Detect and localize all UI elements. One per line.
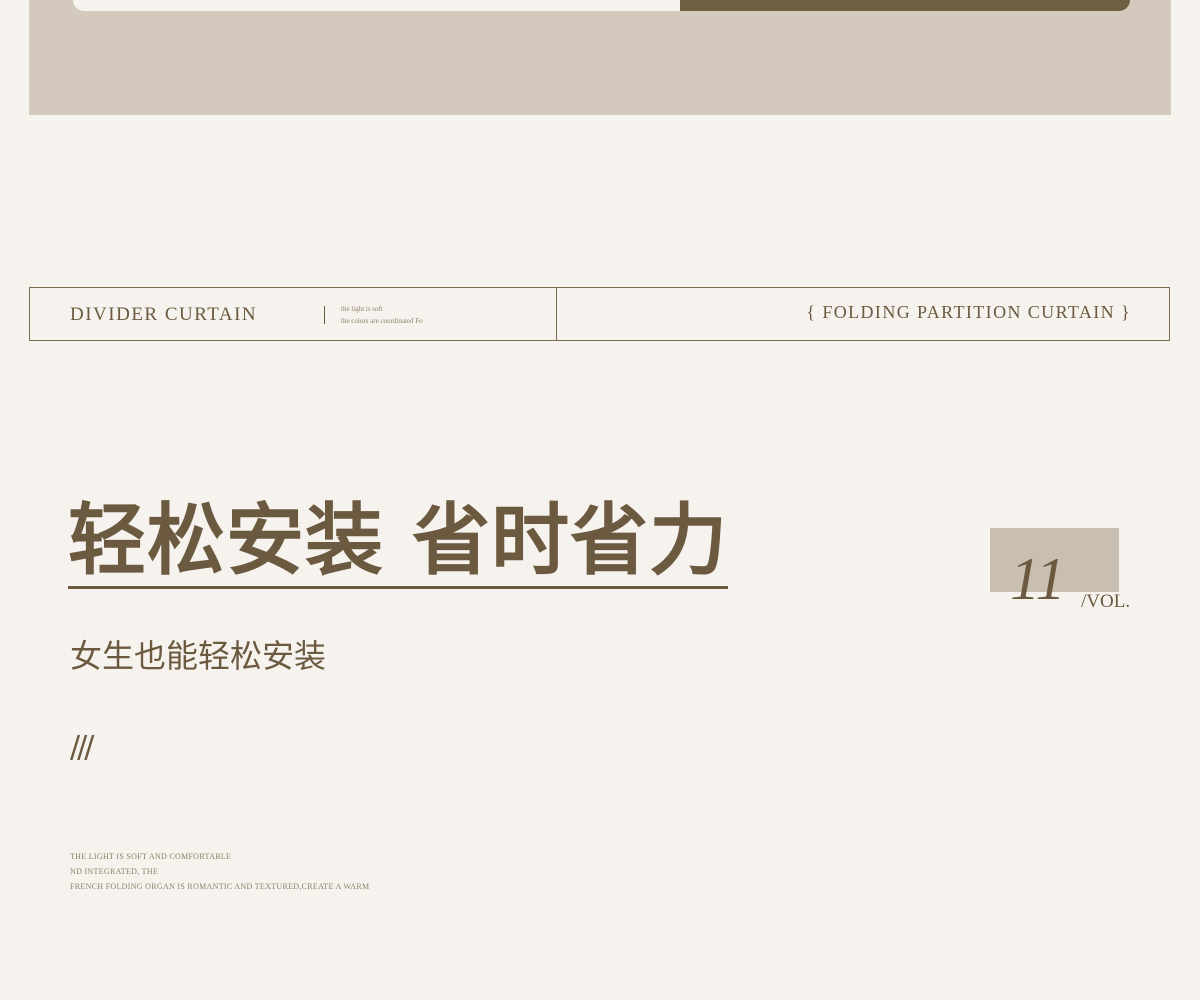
top-bar-light	[73, 0, 683, 11]
header-strip: DIVIDER CURTAIN the light is soft the co…	[29, 287, 1170, 341]
top-banner	[29, 0, 1171, 115]
fine-print: THE LIGHT IS SOFT AND COMFORTABLE ND INT…	[70, 849, 369, 894]
top-bar-dark	[680, 0, 1130, 11]
fine-print-line: FRENCH FOLDING ORGAN IS ROMANTIC AND TEX…	[70, 882, 370, 891]
strip-small-text: the light is soft the colors are coordin…	[341, 303, 423, 327]
main-title: 轻松安装 省时省力	[68, 496, 729, 589]
slash-decoration: ///	[70, 730, 94, 765]
strip-small-line: the light is soft	[341, 305, 383, 313]
folding-partition-title: { FOLDING PARTITION CURTAIN }	[806, 302, 1131, 322]
strip-tick-divider	[324, 306, 325, 324]
fine-print-line: THE LIGHT IS SOFT AND COMFORTABLE	[70, 852, 232, 861]
fine-print-line: ND INTEGRATED, THE	[70, 867, 159, 876]
vol-label: /VOL.	[1081, 591, 1131, 612]
strip-vertical-divider	[556, 288, 557, 340]
strip-small-line: the colors are coordinated Fo	[341, 317, 423, 325]
divider-curtain-title: DIVIDER CURTAIN	[70, 304, 258, 325]
vol-number: 11	[1010, 546, 1066, 612]
subtitle: 女生也能轻松安装	[70, 637, 327, 675]
